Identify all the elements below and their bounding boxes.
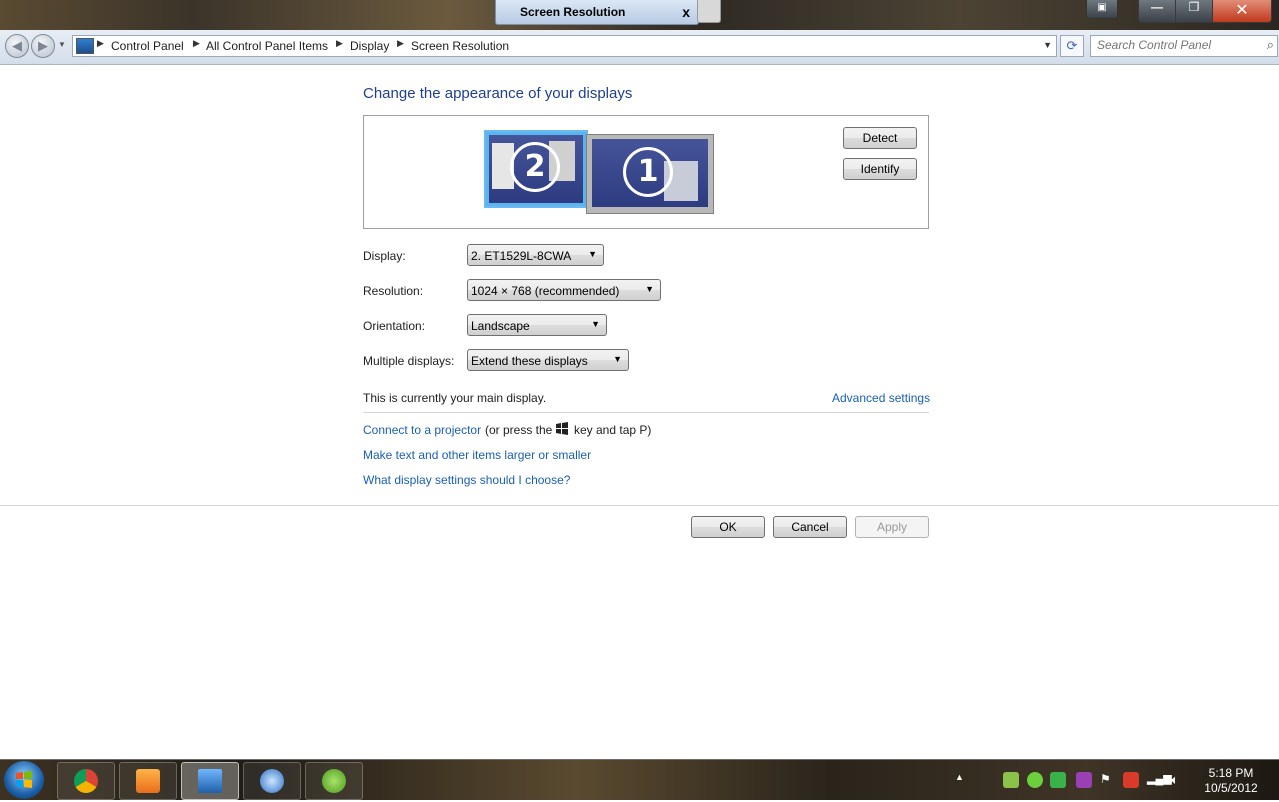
tab-screen-resolution[interactable]: Screen Resolution x bbox=[495, 0, 699, 25]
taskbar-media-player[interactable] bbox=[119, 762, 177, 800]
display-icon bbox=[198, 769, 222, 793]
breadcrumb-control-panel[interactable]: Control Panel bbox=[111, 39, 184, 53]
new-tab-button[interactable] bbox=[697, 0, 721, 23]
apply-button[interactable]: Apply bbox=[855, 516, 929, 538]
taskbar-frog-app[interactable] bbox=[305, 762, 363, 800]
chevron-down-icon: ▼ bbox=[645, 284, 654, 294]
action-center-flag-icon[interactable]: ⚑ bbox=[1100, 772, 1116, 788]
breadcrumb-separator-icon: ▶ bbox=[193, 38, 200, 48]
tab-close-icon[interactable]: x bbox=[682, 4, 690, 20]
multiple-displays-select[interactable]: Extend these displays ▼ bbox=[467, 349, 629, 371]
back-button[interactable]: ◀ bbox=[5, 34, 29, 58]
monitor-preview-area: 2 1 Detect Identify bbox=[363, 115, 929, 229]
ok-button[interactable]: OK bbox=[691, 516, 765, 538]
evernote-tray-icon[interactable] bbox=[1027, 772, 1043, 788]
windows-key-icon bbox=[555, 422, 569, 436]
chevron-down-icon: ▼ bbox=[613, 354, 622, 364]
close-button[interactable]: ✕ bbox=[1212, 0, 1272, 23]
chevron-down-icon: ▼ bbox=[588, 249, 597, 259]
detect-button[interactable]: Detect bbox=[843, 127, 917, 149]
connect-projector-link[interactable]: Connect to a projector bbox=[363, 423, 481, 437]
taskbar-display[interactable] bbox=[181, 762, 239, 800]
projector-hint-text: (or press the bbox=[485, 423, 553, 437]
clock[interactable]: 5:18 PM 10/5/2012 bbox=[1196, 766, 1266, 796]
projector-hint-text-2: key and tap P) bbox=[574, 423, 652, 437]
title-bar: Screen Resolution x ▣ — ❐ ✕ bbox=[0, 0, 1279, 30]
forward-button[interactable]: ▶ bbox=[31, 34, 55, 58]
resolution-select[interactable]: 1024 × 768 (recommended) ▼ bbox=[467, 279, 661, 301]
monitor-2-number: 2 bbox=[510, 142, 560, 192]
breadcrumb-all-items[interactable]: All Control Panel Items bbox=[206, 39, 328, 53]
breadcrumb-screen-resolution[interactable]: Screen Resolution bbox=[411, 39, 509, 53]
window-extra-icon[interactable]: ▣ bbox=[1086, 0, 1118, 19]
chevron-down-icon: ▼ bbox=[591, 319, 600, 329]
download-tray-icon[interactable] bbox=[1003, 772, 1019, 788]
display-select[interactable]: 2. ET1529L-8CWA ▼ bbox=[467, 244, 604, 266]
advanced-settings-link[interactable]: Advanced settings bbox=[832, 391, 930, 405]
search-icon[interactable]: ⌕ bbox=[1267, 37, 1274, 53]
orientation-select[interactable]: Landscape ▼ bbox=[467, 314, 607, 336]
network-signal-icon[interactable]: ▂▄▆ bbox=[1147, 772, 1172, 788]
identify-button[interactable]: Identify bbox=[843, 158, 917, 180]
search-box[interactable]: ⌕ bbox=[1090, 35, 1278, 57]
search-input[interactable] bbox=[1097, 38, 1247, 52]
multiple-displays-value: Extend these displays bbox=[471, 354, 588, 368]
recent-pages-arrow-icon[interactable]: ▼ bbox=[58, 40, 66, 49]
volume-icon[interactable]: 🔈︎ bbox=[1171, 772, 1187, 788]
breadcrumb-display[interactable]: Display bbox=[350, 39, 389, 53]
divider bbox=[363, 412, 929, 413]
taskbar-chrome[interactable] bbox=[57, 762, 115, 800]
clock-time: 5:18 PM bbox=[1208, 766, 1254, 780]
taskbar: ▲ ⚑ ▂▄▆ 🔈︎ 5:18 PM 10/5/2012 bbox=[0, 759, 1279, 800]
control-panel-icon bbox=[76, 38, 94, 54]
cancel-button[interactable]: Cancel bbox=[773, 516, 847, 538]
page-title: Change the appearance of your displays bbox=[363, 85, 633, 102]
thunderbird-icon bbox=[260, 769, 284, 793]
divider bbox=[0, 505, 1279, 506]
orientation-label: Orientation: bbox=[363, 319, 426, 333]
chrome-icon bbox=[74, 769, 98, 793]
tab-title: Screen Resolution bbox=[520, 5, 626, 19]
display-label: Display: bbox=[363, 249, 406, 263]
monitor-2[interactable]: 2 bbox=[484, 130, 588, 208]
main-display-text: This is currently your main display. bbox=[363, 391, 547, 405]
maximize-button[interactable]: ❐ bbox=[1175, 0, 1213, 23]
taskbar-thunderbird[interactable] bbox=[243, 762, 301, 800]
onenote-tray-icon[interactable] bbox=[1076, 772, 1092, 788]
sync-tray-icon[interactable] bbox=[1050, 772, 1066, 788]
address-dropdown-icon[interactable]: ▼ bbox=[1043, 40, 1052, 50]
breadcrumb-separator-icon: ▶ bbox=[97, 38, 104, 48]
larger-text-link[interactable]: Make text and other items larger or smal… bbox=[363, 448, 591, 462]
monitor-1[interactable]: 1 bbox=[586, 134, 714, 214]
minimize-button[interactable]: — bbox=[1138, 0, 1176, 23]
navigation-bar: ◀ ▶ ▼ ▶ Control Panel ▶ All Control Pane… bbox=[0, 30, 1279, 65]
display-settings-help-link[interactable]: What display settings should I choose? bbox=[363, 473, 570, 487]
breadcrumb-separator-icon: ▶ bbox=[336, 38, 343, 48]
show-hidden-icons-arrow[interactable]: ▲ bbox=[955, 772, 964, 782]
address-bar[interactable]: ▶ Control Panel ▶ All Control Panel Item… bbox=[72, 35, 1057, 57]
display-value: 2. ET1529L-8CWA bbox=[471, 249, 572, 263]
orientation-value: Landscape bbox=[471, 319, 530, 333]
frog-app-icon bbox=[322, 769, 346, 793]
start-button[interactable] bbox=[4, 761, 44, 799]
refresh-button[interactable]: ⟳ bbox=[1060, 35, 1084, 57]
resolution-label: Resolution: bbox=[363, 284, 424, 298]
clock-date: 10/5/2012 bbox=[1204, 781, 1258, 795]
resolution-value: 1024 × 768 (recommended) bbox=[471, 284, 620, 298]
power-tray-icon[interactable] bbox=[1123, 772, 1139, 788]
breadcrumb-separator-icon: ▶ bbox=[397, 38, 404, 48]
media-player-icon bbox=[136, 769, 160, 793]
monitor-1-number: 1 bbox=[623, 147, 673, 197]
multiple-displays-label: Multiple displays: bbox=[363, 354, 455, 368]
